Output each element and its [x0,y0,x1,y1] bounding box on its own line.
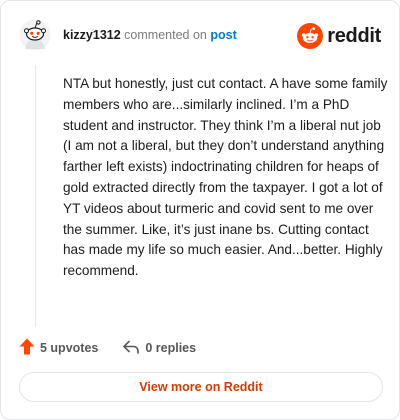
reddit-brand[interactable]: reddit [297,22,381,50]
comment-embed-card: kizzy1312 commented on post reddit NTA b… [0,0,400,420]
comment-header: kizzy1312 commented on post reddit [19,19,381,53]
reply-arrow-icon [122,339,145,358]
commented-on-label: commented on [124,28,207,42]
reply-button[interactable]: 0 replies [122,339,196,358]
view-more-button[interactable]: View more on Reddit [19,372,383,402]
comment-body: NTA but honestly, just cut contact. A ha… [63,76,388,279]
comment-actions: 5 upvotes 0 replies [19,337,196,359]
upvote-arrow-icon [19,338,40,358]
upvote-count: 5 upvotes [40,341,99,355]
reddit-wordmark: reddit [327,24,381,47]
author-line: kizzy1312 commented on post [63,28,237,42]
reply-count: 0 replies [145,341,197,355]
snoo-avatar-icon[interactable] [19,19,51,51]
reddit-logo-icon [297,23,324,49]
thread-line [35,65,36,327]
post-link[interactable]: post [210,28,236,42]
upvote-button[interactable]: 5 upvotes [19,338,98,358]
author-username[interactable]: kizzy1312 [63,28,121,42]
